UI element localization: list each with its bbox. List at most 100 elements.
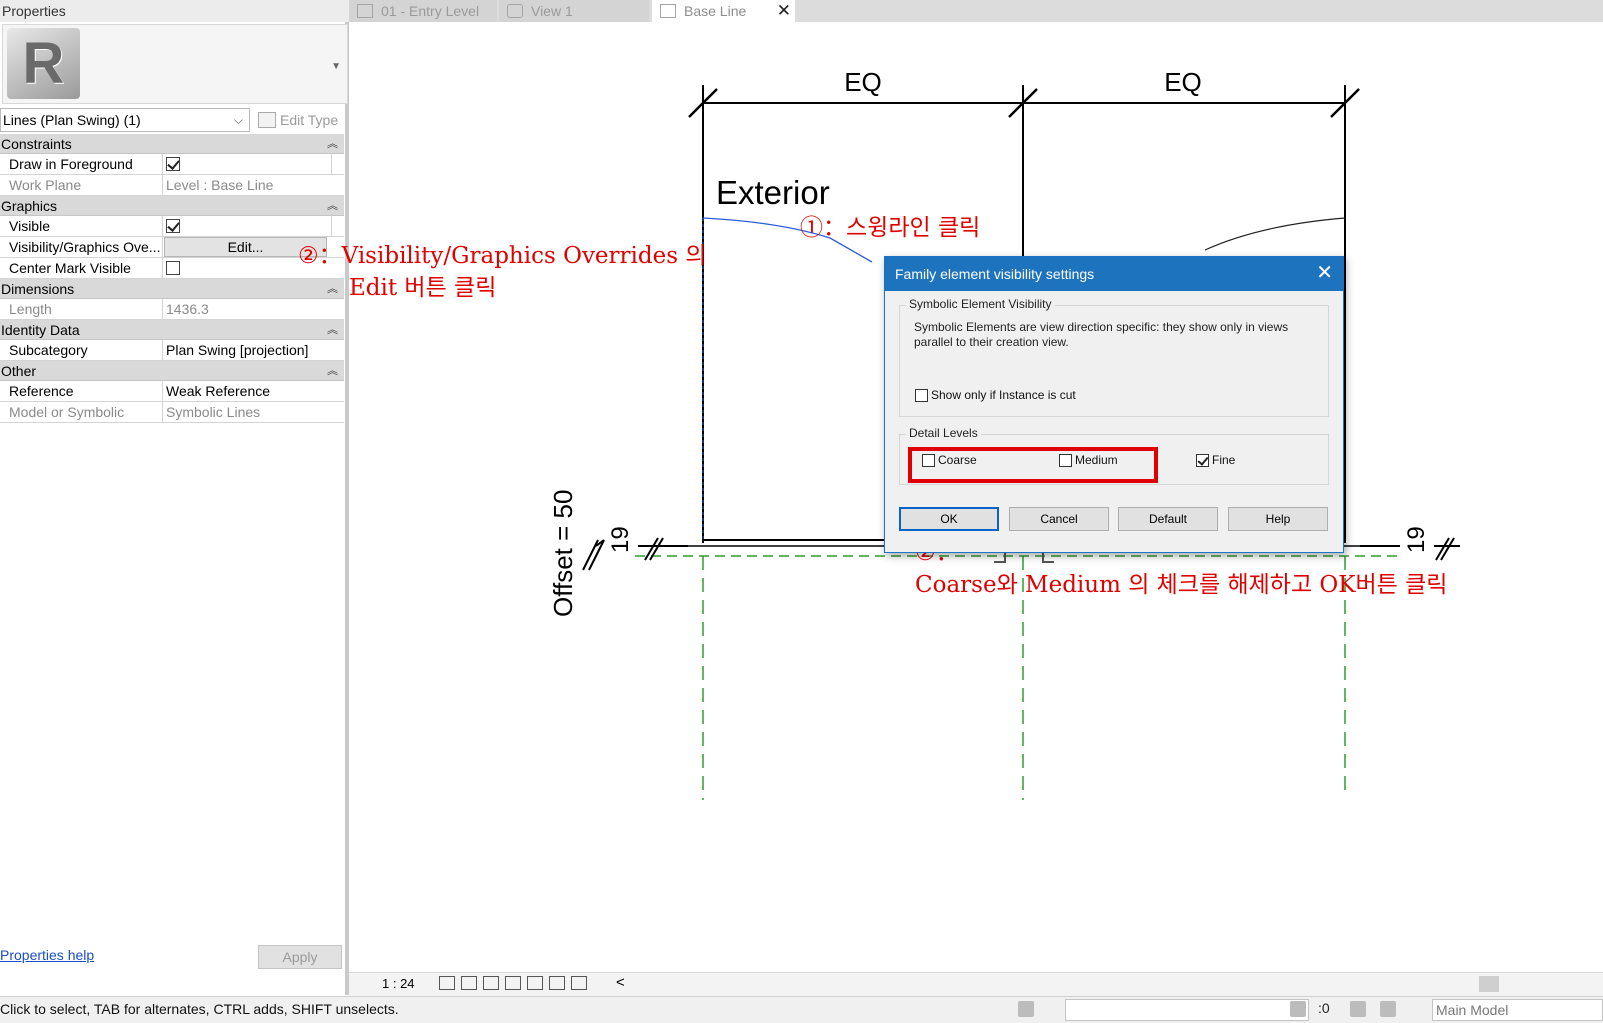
eq-label-right: EQ bbox=[1164, 67, 1202, 97]
hide-isolate-icon[interactable] bbox=[483, 976, 499, 990]
length-value: 1436.3 bbox=[166, 301, 209, 317]
visual-style-icon[interactable] bbox=[461, 976, 477, 990]
properties-palette: Properties R ▼ Lines (Plan Swing) (1) ⌵ … bbox=[0, 0, 349, 995]
center-mark-checkbox[interactable] bbox=[166, 261, 180, 275]
row-draw-in-foreground: Draw in Foreground bbox=[0, 154, 344, 175]
view-control-bar: 1 : 24 < bbox=[349, 972, 1603, 996]
prop-label: Length bbox=[0, 299, 163, 319]
crop-view-icon[interactable] bbox=[549, 976, 565, 990]
active-model-field[interactable]: Main Model bbox=[1432, 999, 1603, 1021]
cancel-button[interactable]: Cancel bbox=[1009, 507, 1109, 531]
group-legend: Symbolic Element Visibility bbox=[906, 297, 1055, 311]
prop-label: Model or Symbolic bbox=[0, 402, 163, 422]
properties-help-link[interactable]: Properties help bbox=[0, 947, 94, 963]
collapse-icon[interactable]: ︽ bbox=[327, 279, 338, 299]
small-dim-right: 19 bbox=[1403, 526, 1430, 553]
default-button[interactable]: Default bbox=[1118, 507, 1218, 531]
draw-in-foreground-checkbox[interactable] bbox=[166, 157, 180, 171]
collapse-icon[interactable]: ︽ bbox=[327, 134, 338, 154]
worksets-icon[interactable] bbox=[1018, 1001, 1034, 1017]
collapse-icon[interactable]: ︽ bbox=[327, 320, 338, 340]
properties-grid: Constraints ︽ Draw in Foreground Work Pla… bbox=[0, 134, 344, 423]
annotation-step-2-line1: ②：Visibility/Graphics Overrides 의 bbox=[298, 243, 707, 269]
prop-label: Visible bbox=[0, 216, 163, 236]
symbolic-visibility-group: Symbolic Element Visibility Symbolic Ele… bbox=[899, 297, 1329, 417]
design-options-icon[interactable] bbox=[1290, 1001, 1306, 1017]
type-selector-value: Lines (Plan Swing) (1) bbox=[3, 112, 141, 128]
apply-button[interactable]: Apply bbox=[258, 945, 342, 969]
row-visibility-graphics-overrides: Visibility/Graphics Ove... Edit... bbox=[0, 237, 344, 258]
horizontal-scrollbar-thumb[interactable] bbox=[1479, 976, 1499, 992]
tab-entry-level[interactable]: 01 - Entry Level bbox=[349, 0, 497, 22]
collapse-arrow-icon[interactable]: < bbox=[616, 974, 625, 991]
3d-view-icon bbox=[507, 4, 523, 18]
family-visibility-dialog: Family element visibility settings ✕ Sym… bbox=[884, 256, 1344, 553]
group-dimensions[interactable]: Dimensions ︽ bbox=[0, 279, 344, 299]
group-constraints[interactable]: Constraints ︽ bbox=[0, 134, 344, 154]
chevron-down-icon[interactable]: ⌵ bbox=[234, 109, 243, 131]
prop-label: Center Mark Visible bbox=[0, 258, 163, 278]
tab-label: 01 - Entry Level bbox=[381, 3, 480, 19]
grid-scrollbar[interactable] bbox=[331, 216, 344, 236]
editable-only-icon[interactable] bbox=[1350, 1001, 1366, 1017]
prop-label: Reference bbox=[0, 381, 163, 401]
checkbox-box[interactable] bbox=[1196, 453, 1209, 467]
temporary-properties-icon[interactable] bbox=[527, 976, 543, 990]
exclude-options-icon[interactable] bbox=[1380, 1001, 1396, 1017]
revit-window: Properties R ▼ Lines (Plan Swing) (1) ⌵ … bbox=[0, 0, 1603, 1023]
visible-checkbox[interactable] bbox=[166, 219, 180, 233]
work-plane-value: Level : Base Line bbox=[166, 177, 274, 193]
annotation-step-2-line2: Edit 버튼 클릭 bbox=[349, 275, 497, 301]
reference-value[interactable]: Weak Reference bbox=[164, 381, 329, 401]
edit-type-button[interactable]: Edit Type bbox=[258, 108, 338, 132]
detail-level-icon[interactable] bbox=[439, 976, 455, 990]
show-only-if-cut-checkbox[interactable]: Show only if Instance is cut bbox=[915, 388, 1076, 402]
tab-view-1[interactable]: View 1 bbox=[499, 0, 649, 22]
group-other[interactable]: Other ︽ bbox=[0, 361, 344, 381]
group-label: Constraints bbox=[1, 136, 72, 152]
symbolic-description: Symbolic Elements are view direction spe… bbox=[914, 320, 1289, 349]
status-bar: Click to select, TAB for alternates, CTR… bbox=[0, 996, 1603, 1023]
row-reference: Reference Weak Reference bbox=[0, 381, 344, 402]
reveal-hidden-icon[interactable] bbox=[505, 976, 521, 990]
caret-down-icon[interactable]: ▼ bbox=[331, 61, 341, 72]
group-graphics[interactable]: Graphics ︽ bbox=[0, 196, 344, 216]
status-hint: Click to select, TAB for alternates, CTR… bbox=[0, 1001, 399, 1017]
edit-type-label: Edit Type bbox=[280, 112, 339, 128]
eq-label-left: EQ bbox=[844, 67, 882, 97]
tab-label: Base Line bbox=[684, 3, 747, 19]
collapse-icon[interactable]: ︽ bbox=[327, 361, 338, 381]
subcategory-value[interactable]: Plan Swing [projection] bbox=[164, 340, 329, 360]
prop-label: Subcategory bbox=[0, 340, 163, 360]
dialog-title: Family element visibility settings bbox=[885, 257, 1343, 291]
view-scale[interactable]: 1 : 24 bbox=[382, 976, 415, 991]
view-tab-bar: 01 - Entry Level View 1 Base Line ✕ bbox=[349, 0, 1603, 22]
close-icon[interactable]: ✕ bbox=[777, 0, 791, 22]
checkbox-label: Fine bbox=[1212, 453, 1236, 467]
small-dim-left: 19 bbox=[607, 526, 634, 553]
exterior-label: Exterior bbox=[716, 174, 830, 211]
group-label: Dimensions bbox=[1, 281, 75, 297]
show-crop-icon[interactable] bbox=[571, 976, 587, 990]
grid-scrollbar[interactable] bbox=[331, 154, 344, 174]
close-icon[interactable]: ✕ bbox=[1316, 257, 1333, 289]
tab-label: View 1 bbox=[531, 3, 573, 19]
highlight-box bbox=[908, 447, 1158, 483]
checkbox-box[interactable] bbox=[915, 388, 928, 402]
properties-title: Properties bbox=[0, 0, 349, 22]
ok-button[interactable]: OK bbox=[899, 507, 999, 531]
offset-label: Offset = 50 bbox=[548, 490, 578, 617]
workset-selector[interactable]: ⌵ bbox=[1065, 999, 1309, 1021]
group-identity-data[interactable]: Identity Data ︽ bbox=[0, 320, 344, 340]
swing-line[interactable] bbox=[1204, 217, 1346, 251]
row-subcategory: Subcategory Plan Swing [projection] bbox=[0, 340, 344, 361]
help-button[interactable]: Help bbox=[1228, 507, 1328, 531]
type-preview[interactable]: R ▼ bbox=[2, 24, 348, 104]
type-selector[interactable]: Lines (Plan Swing) (1) ⌵ bbox=[0, 108, 250, 132]
group-legend: Detail Levels bbox=[906, 426, 981, 440]
tab-base-line[interactable]: Base Line ✕ bbox=[652, 0, 795, 22]
fine-checkbox[interactable]: Fine bbox=[1196, 453, 1235, 467]
model-symbolic-value: Symbolic Lines bbox=[166, 404, 261, 420]
collapse-icon[interactable]: ︽ bbox=[327, 196, 338, 216]
prop-label: Draw in Foreground bbox=[0, 154, 163, 174]
